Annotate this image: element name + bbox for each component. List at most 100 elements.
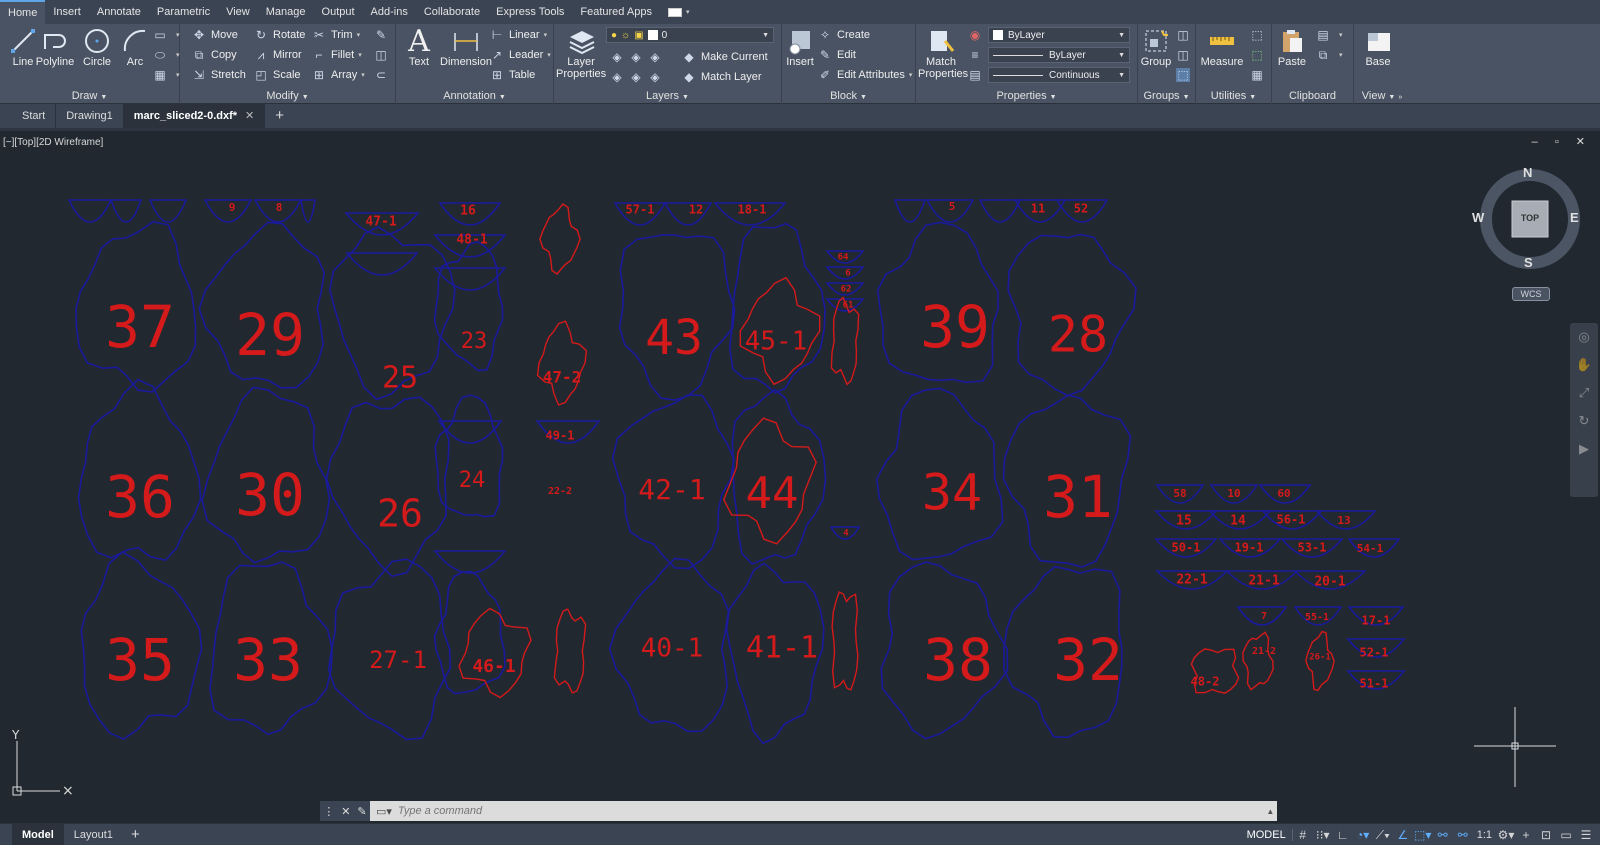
- navigation-bar[interactable]: ◎ ✋ ⤢ ↻ ▶: [1570, 323, 1598, 497]
- snap-mode-icon[interactable]: ⁝⁝▾: [1313, 828, 1333, 842]
- erase-button[interactable]: ✎: [374, 26, 393, 44]
- drawing-viewport[interactable]: × Y 37 29 36 30 35 33 25 26 27-1 23 24 46-1 47-2 43 45-1…: [0, 128, 1600, 811]
- viewcube-top-face[interactable]: TOP: [1512, 213, 1548, 223]
- clipboard-panel-title[interactable]: Clipboard: [1272, 90, 1353, 102]
- piece-label[interactable]: 18-1: [738, 203, 767, 217]
- group-edit-button[interactable]: ◫: [1176, 46, 1195, 64]
- piece-label[interactable]: 24: [459, 468, 486, 493]
- orbit-icon[interactable]: ↻: [1570, 407, 1598, 435]
- viewport-window-controls[interactable]: ‒ ▫ ✕: [1532, 135, 1592, 148]
- bowl-outline[interactable]: [148, 199, 188, 223]
- ungroup-button[interactable]: ◫: [1176, 26, 1195, 44]
- match-properties-button[interactable]: Match Properties: [918, 26, 968, 80]
- piece-label[interactable]: 36: [105, 463, 175, 531]
- close-icon[interactable]: ✕: [341, 805, 350, 818]
- customize-wrench-icon[interactable]: ✎: [357, 805, 366, 818]
- make-current-button[interactable]: ◆ Make Current: [682, 48, 767, 66]
- polyline-button[interactable]: Polyline: [32, 26, 78, 68]
- draw-panel-title[interactable]: Draw ▼: [0, 90, 179, 102]
- settings-gear-icon[interactable]: ⚙▾: [1496, 828, 1516, 842]
- piece-label[interactable]: 44: [746, 468, 799, 519]
- piece-label[interactable]: 60: [1277, 487, 1290, 500]
- customize-menu-icon[interactable]: ☰: [1576, 828, 1596, 842]
- piece-label[interactable]: 43: [645, 310, 703, 366]
- piece-label[interactable]: 13: [1337, 514, 1350, 527]
- bowl-outline[interactable]: [109, 199, 143, 223]
- offset-button[interactable]: ⊂: [374, 66, 393, 84]
- ribbon-tab-view[interactable]: View: [218, 0, 258, 24]
- piece-label[interactable]: 31: [1043, 463, 1113, 531]
- file-tab[interactable]: Start: [12, 104, 57, 128]
- linear-button[interactable]: ⊢ Linear ▾: [490, 26, 547, 44]
- trim-button[interactable]: ✂ Trim ▾: [312, 26, 360, 44]
- ribbon-tab-insert[interactable]: Insert: [45, 0, 89, 24]
- piece-label[interactable]: 22-1: [1176, 573, 1207, 588]
- compass-west[interactable]: W: [1472, 210, 1484, 225]
- ribbon-tab-output[interactable]: Output: [314, 0, 363, 24]
- file-tab[interactable]: Drawing1: [56, 104, 124, 128]
- piece-label[interactable]: 22-2: [548, 486, 572, 497]
- piece-label[interactable]: 15: [1176, 514, 1192, 529]
- insert-block-button[interactable]: Insert: [782, 26, 818, 68]
- ribbon-tab-collaborate[interactable]: Collaborate: [416, 0, 488, 24]
- lineweight-dropdown[interactable]: ByLayer ▼: [988, 47, 1130, 63]
- recent-commands-icon[interactable]: ▭▾: [376, 805, 392, 818]
- piece-label[interactable]: 62: [841, 285, 852, 295]
- fragment-outline[interactable]: [553, 608, 587, 694]
- piece-label[interactable]: 46-1: [472, 656, 515, 677]
- pan-icon[interactable]: ✋: [1570, 351, 1598, 379]
- groups-panel-title[interactable]: Groups ▼: [1138, 90, 1195, 102]
- isolate-objects-icon[interactable]: ⊡: [1536, 828, 1556, 842]
- quick-select-button[interactable]: ⬚: [1250, 26, 1269, 44]
- edit-block-button[interactable]: ✎ Edit: [818, 46, 856, 64]
- piece-label[interactable]: 21-1: [1248, 574, 1279, 589]
- piece-label[interactable]: 52-1: [1360, 646, 1389, 660]
- compass-east[interactable]: E: [1570, 210, 1579, 225]
- piece-label[interactable]: 53-1: [1298, 541, 1327, 555]
- bowl-outline[interactable]: [433, 267, 507, 291]
- ribbon-tab-add-ins[interactable]: Add-ins: [363, 0, 416, 24]
- scale-button[interactable]: ◰ Scale: [254, 66, 300, 84]
- edit-attributes-button[interactable]: ✐ Edit Attributes ▾: [818, 66, 912, 84]
- viewport-controls-label[interactable]: [−][Top][2D Wireframe]: [3, 137, 103, 148]
- piece-label[interactable]: 50-1: [1172, 541, 1201, 555]
- array-button[interactable]: ⊞ Array ▾: [312, 66, 365, 84]
- add-layout-button[interactable]: +: [123, 824, 148, 845]
- piece-label[interactable]: 37: [105, 293, 175, 361]
- modify-panel-title[interactable]: Modify ▼: [180, 90, 395, 102]
- layers-panel-title[interactable]: Layers ▼: [554, 90, 781, 102]
- fragment-outline[interactable]: [539, 203, 581, 275]
- piece-label[interactable]: 55-1: [1305, 612, 1329, 623]
- layer-lock-icon[interactable]: ◈: [648, 70, 662, 84]
- bowl-outline[interactable]: [300, 199, 316, 223]
- bowl-outline[interactable]: [433, 550, 507, 574]
- showmotion-icon[interactable]: ▶: [1570, 435, 1598, 463]
- paste-button[interactable]: Paste: [1272, 26, 1312, 68]
- piece-label[interactable]: 54-1: [1357, 542, 1384, 555]
- piece-label[interactable]: 57-1: [626, 203, 655, 217]
- create-block-button[interactable]: ✧ Create: [818, 26, 870, 44]
- piece-label[interactable]: 8: [276, 201, 283, 214]
- piece-label[interactable]: 32: [1053, 626, 1123, 694]
- close-tab-icon[interactable]: ✕: [245, 104, 254, 128]
- add-icon[interactable]: +: [1516, 828, 1536, 842]
- layer-off-icon[interactable]: ◈: [610, 50, 624, 64]
- hatch-button[interactable]: ▦ ▾: [153, 66, 179, 84]
- bowl-outline[interactable]: [67, 199, 113, 223]
- group-select-button[interactable]: ⬚: [1176, 66, 1195, 84]
- fragment-outline[interactable]: [1242, 631, 1274, 691]
- view-panel-title[interactable]: View ▼»: [1354, 90, 1410, 102]
- linetype-dropdown[interactable]: Continuous ▼: [988, 67, 1130, 83]
- calculator-button[interactable]: ▦: [1250, 66, 1269, 84]
- piece-label[interactable]: 6: [845, 269, 850, 279]
- rectangle-button[interactable]: ▭ ▾: [153, 26, 179, 44]
- fragment-outline[interactable]: [536, 320, 588, 406]
- ribbon-tab-featured-apps[interactable]: Featured Apps: [572, 0, 660, 24]
- ribbon-tab-annotate[interactable]: Annotate: [89, 0, 149, 24]
- piece-label[interactable]: 61: [843, 301, 854, 311]
- ortho-icon[interactable]: ∟: [1333, 828, 1353, 842]
- compass-south[interactable]: S: [1524, 255, 1533, 270]
- properties-panel-title[interactable]: Properties ▼: [916, 90, 1137, 102]
- piece-label[interactable]: 64: [838, 253, 849, 263]
- piece-label[interactable]: 47-1: [365, 215, 396, 230]
